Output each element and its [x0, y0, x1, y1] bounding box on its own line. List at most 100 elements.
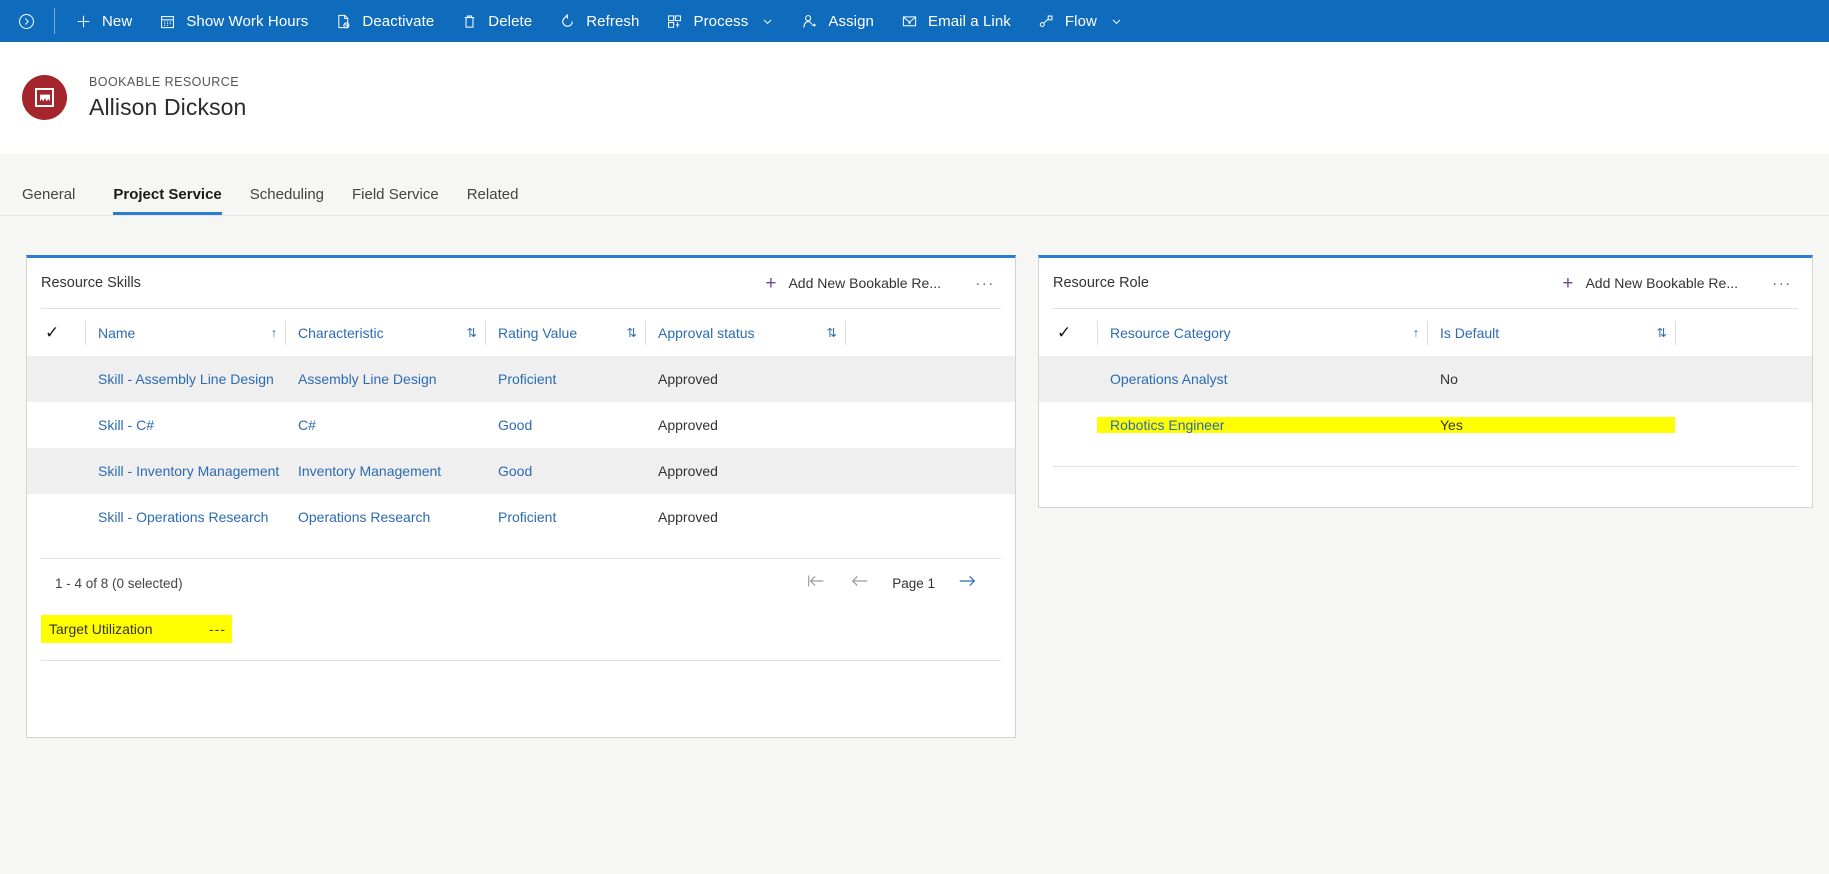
cell-rating-value[interactable]: Proficient — [485, 509, 645, 525]
refresh-button[interactable]: Refresh — [545, 0, 652, 42]
add-new-bookable-resource-category-button[interactable]: + Add New Bookable Re... — [1556, 270, 1744, 297]
cell-characteristic[interactable]: C# — [285, 417, 485, 433]
delete-button[interactable]: Delete — [447, 0, 545, 42]
column-header-name[interactable]: Name ↑ — [85, 320, 285, 345]
table-row[interactable]: Skill - C# C# Good Approved — [27, 402, 1015, 448]
page-previous-button[interactable] — [842, 568, 878, 598]
cell-characteristic[interactable]: Assembly Line Design — [285, 371, 485, 387]
sort-icon: ⇅ — [1656, 326, 1668, 340]
add-new-bookable-resource-skill-button[interactable]: + Add New Bookable Re... — [759, 270, 947, 297]
deactivate-button[interactable]: Deactivate — [321, 0, 447, 42]
table-row[interactable]: Skill - Operations Research Operations R… — [27, 494, 1015, 540]
chevron-down-icon — [761, 15, 774, 28]
cell-rating-value[interactable]: Good — [485, 417, 645, 433]
cell-rating-value[interactable]: Proficient — [485, 371, 645, 387]
cell-name[interactable]: Skill - Inventory Management — [85, 463, 285, 479]
column-header-is-default[interactable]: Is Default ⇅ — [1427, 320, 1675, 345]
process-button[interactable]: Process — [652, 0, 787, 42]
cell-resource-category[interactable]: Robotics Engineer — [1097, 417, 1427, 433]
table-row[interactable]: Robotics Engineer Yes — [1039, 402, 1812, 448]
assign-button[interactable]: Assign — [787, 0, 887, 42]
column-label: Rating Value — [498, 324, 578, 341]
tab-general[interactable]: General — [22, 187, 89, 215]
toolbar-divider — [54, 8, 55, 34]
grid-header-row: ✓ Name ↑ Characteristic ⇅ Rating Value ⇅… — [27, 309, 1015, 356]
select-all-checkbox[interactable]: ✓ — [41, 324, 85, 341]
refresh-icon — [558, 12, 577, 31]
email-link-icon — [900, 12, 919, 31]
command-bar: New Show Work Hours Deactivate Delete Re… — [0, 0, 1829, 42]
page-number-label: Page 1 — [892, 575, 935, 591]
cell-characteristic[interactable]: Inventory Management — [285, 463, 485, 479]
page-next-button[interactable] — [949, 568, 985, 598]
tab-field-service[interactable]: Field Service — [338, 187, 453, 215]
flow-label: Flow — [1064, 12, 1097, 30]
cell-rating-value[interactable]: Good — [485, 463, 645, 479]
cell-is-default: No — [1440, 371, 1458, 387]
process-label: Process — [693, 12, 749, 30]
column-header-rating-value[interactable]: Rating Value ⇅ — [485, 320, 645, 345]
tab-scheduling[interactable]: Scheduling — [236, 187, 338, 215]
divider — [1053, 466, 1798, 467]
deactivate-label: Deactivate — [362, 12, 435, 30]
column-label: Approval status — [658, 324, 755, 341]
target-utilization-highlight: Target Utilization --- — [41, 615, 232, 643]
sort-icon: ⇅ — [466, 326, 478, 340]
cell-characteristic[interactable]: Operations Research — [285, 509, 485, 525]
avatar — [22, 75, 67, 120]
table-row[interactable]: Skill - Assembly Line Design Assembly Li… — [27, 356, 1015, 402]
target-utilization-value[interactable]: --- — [209, 621, 226, 637]
skills-more-commands-button[interactable]: ··· — [971, 270, 999, 296]
plus-icon: + — [765, 272, 777, 294]
cell-is-default: Yes — [1427, 417, 1675, 433]
column-header-resource-category[interactable]: Resource Category ↑ — [1097, 320, 1427, 345]
column-divider — [845, 320, 846, 345]
assign-label: Assign — [828, 12, 874, 30]
resource-skills-panel: Resource Skills + Add New Bookable Re...… — [26, 255, 1016, 738]
tab-strip: General Project Service Scheduling Field… — [0, 154, 1829, 216]
page-next-icon — [957, 573, 977, 594]
column-header-approval-status[interactable]: Approval status ⇅ — [645, 320, 845, 345]
cell-approval-status: Approved — [658, 463, 718, 479]
table-row[interactable]: Operations Analyst No — [1039, 356, 1812, 402]
calendar-icon — [158, 12, 177, 31]
new-button[interactable]: New — [61, 0, 145, 42]
column-divider — [1675, 320, 1676, 345]
page-first-button[interactable] — [798, 568, 834, 598]
cell-resource-category[interactable]: Operations Analyst — [1097, 371, 1427, 387]
sort-icon: ⇅ — [626, 326, 638, 340]
column-label: Resource Category — [1110, 324, 1231, 341]
cell-name[interactable]: Skill - C# — [85, 417, 285, 433]
resource-role-panel: Resource Role + Add New Bookable Re... ·… — [1038, 255, 1813, 508]
resource-role-header: Resource Role + Add New Bookable Re... ·… — [1039, 258, 1812, 308]
show-work-hours-button[interactable]: Show Work Hours — [145, 0, 321, 42]
cell-name[interactable]: Skill - Operations Research — [85, 509, 285, 525]
entity-label: BOOKABLE RESOURCE — [89, 74, 240, 89]
select-all-checkbox[interactable]: ✓ — [1053, 324, 1097, 341]
flow-button[interactable]: Flow — [1024, 0, 1136, 42]
resource-skills-title: Resource Skills — [41, 275, 141, 291]
table-row[interactable]: Skill - Inventory Management Inventory M… — [27, 448, 1015, 494]
tab-related[interactable]: Related — [453, 187, 533, 215]
email-a-link-button[interactable]: Email a Link — [887, 0, 1024, 42]
sort-icon: ⇅ — [826, 326, 838, 340]
tab-project-service[interactable]: Project Service — [99, 187, 235, 215]
trash-icon — [460, 12, 479, 31]
grid-scroll-area — [27, 540, 1015, 558]
grid-scroll-area — [1039, 448, 1812, 466]
target-utilization-field[interactable]: Target Utilization --- — [41, 612, 1015, 646]
record-count-label: 1 - 4 of 8 (0 selected) — [55, 575, 183, 591]
column-header-characteristic[interactable]: Characteristic ⇅ — [285, 320, 485, 345]
add-button-label: Add New Bookable Re... — [1585, 275, 1738, 291]
plus-icon: + — [1562, 272, 1574, 294]
role-more-commands-button[interactable]: ··· — [1768, 270, 1796, 296]
cell-name[interactable]: Skill - Assembly Line Design — [85, 371, 285, 387]
target-utilization-label: Target Utilization — [49, 621, 153, 637]
resource-role-title: Resource Role — [1053, 275, 1149, 291]
grid-pager: 1 - 4 of 8 (0 selected) Page 1 — [27, 559, 1015, 607]
email-a-link-label: Email a Link — [928, 12, 1011, 30]
resource-role-grid: ✓ Resource Category ↑ Is Default ⇅ Opera… — [1039, 309, 1812, 467]
collapse-panel-button[interactable] — [4, 0, 48, 42]
cell-approval-status: Approved — [658, 371, 718, 387]
grid-header-row: ✓ Resource Category ↑ Is Default ⇅ — [1039, 309, 1812, 356]
